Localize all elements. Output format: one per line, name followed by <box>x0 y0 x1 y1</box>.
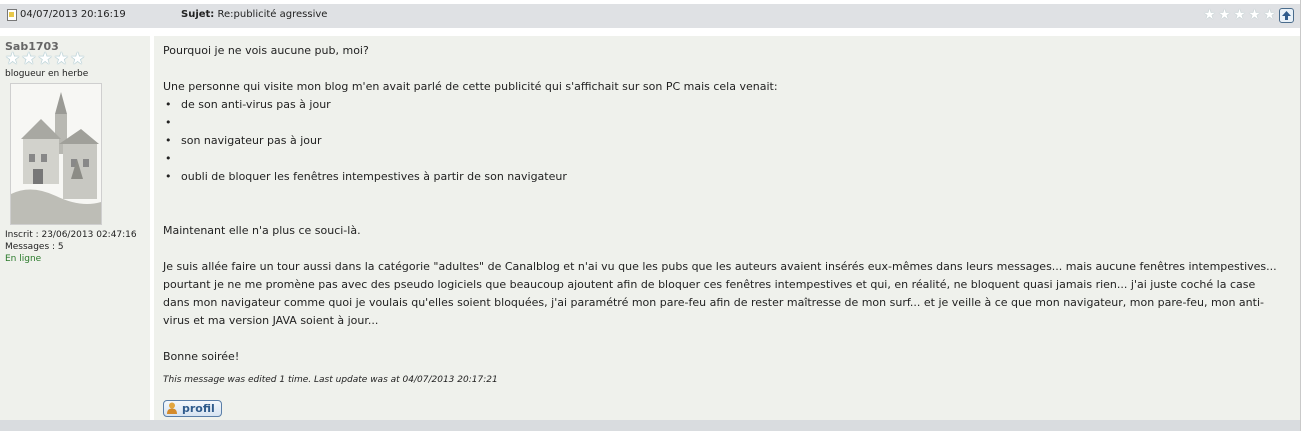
list-item: oubli de bloquer les fenêtres intempesti… <box>163 168 1283 186</box>
author-messages: Messages : 5 <box>5 242 64 252</box>
author-rank-stars: ★ ★ ★ ★ ★ <box>5 49 86 69</box>
profile-button-label: profil <box>182 402 215 415</box>
post-subject: Sujet: Re:publicité agressive <box>181 9 327 20</box>
edit-notice: This message was edited 1 time. Last upd… <box>163 375 498 385</box>
author-info: Inscrit : 23/06/2013 02:47:16 Messages :… <box>5 229 137 265</box>
post-paragraph: Je suis allée faire un tour aussi dans l… <box>163 260 1277 327</box>
post-list: de son anti-virus pas à jour son navigat… <box>163 96 1283 186</box>
star-icon: ★ <box>70 49 86 69</box>
list-item: de son anti-virus pas à jour <box>163 96 1283 114</box>
post-rating[interactable]: ★ ★ ★ ★ ★ <box>1203 8 1276 22</box>
post-footer-bar <box>0 420 1300 431</box>
avatar <box>10 83 102 225</box>
blank-line <box>163 150 1283 168</box>
back-to-top-button[interactable] <box>1279 8 1294 23</box>
user-icon <box>167 402 177 414</box>
post-paragraph: Bonne soirée! <box>163 350 240 363</box>
author-joined: Inscrit : 23/06/2013 02:47:16 <box>5 230 137 240</box>
list-item: son navigateur pas à jour <box>163 132 1283 150</box>
forum-post: 04/07/2013 20:16:19 Sujet: Re:publicité … <box>0 0 1301 431</box>
post-body: Pourquoi je ne vois aucune pub, moi? Une… <box>163 42 1283 366</box>
author-rank: blogueur en herbe <box>5 69 89 79</box>
profile-button[interactable]: profil <box>163 400 222 417</box>
author-panel: Sab1703 ★ ★ ★ ★ ★ blogueur en herbe Insc… <box>0 36 150 420</box>
avatar-drawing <box>11 84 101 224</box>
post-content: Pourquoi je ne vois aucune pub, moi? Une… <box>154 36 1300 420</box>
star-icon[interactable]: ★ <box>1233 8 1246 22</box>
star-icon: ★ <box>53 49 69 69</box>
star-icon[interactable]: ★ <box>1248 8 1261 22</box>
post-icon <box>7 9 17 21</box>
subject-text: Re:publicité agressive <box>217 9 328 20</box>
star-icon: ★ <box>21 49 37 69</box>
star-icon: ★ <box>37 49 53 69</box>
post-date: 04/07/2013 20:16:19 <box>20 9 126 20</box>
blank-line <box>163 114 1283 132</box>
subject-label: Sujet: <box>181 9 215 20</box>
post-paragraph: Pourquoi je ne vois aucune pub, moi? <box>163 44 369 57</box>
post-header: 04/07/2013 20:16:19 Sujet: Re:publicité … <box>0 4 1300 28</box>
star-icon[interactable]: ★ <box>1263 8 1276 22</box>
star-icon[interactable]: ★ <box>1218 8 1231 22</box>
author-status: En ligne <box>5 254 42 264</box>
arrow-up-icon <box>1282 11 1291 20</box>
post-paragraph: Maintenant elle n'a plus ce souci-là. <box>163 224 361 237</box>
star-icon[interactable]: ★ <box>1203 8 1216 22</box>
post-paragraph: Une personne qui visite mon blog m'en av… <box>163 80 778 93</box>
star-icon: ★ <box>5 49 21 69</box>
